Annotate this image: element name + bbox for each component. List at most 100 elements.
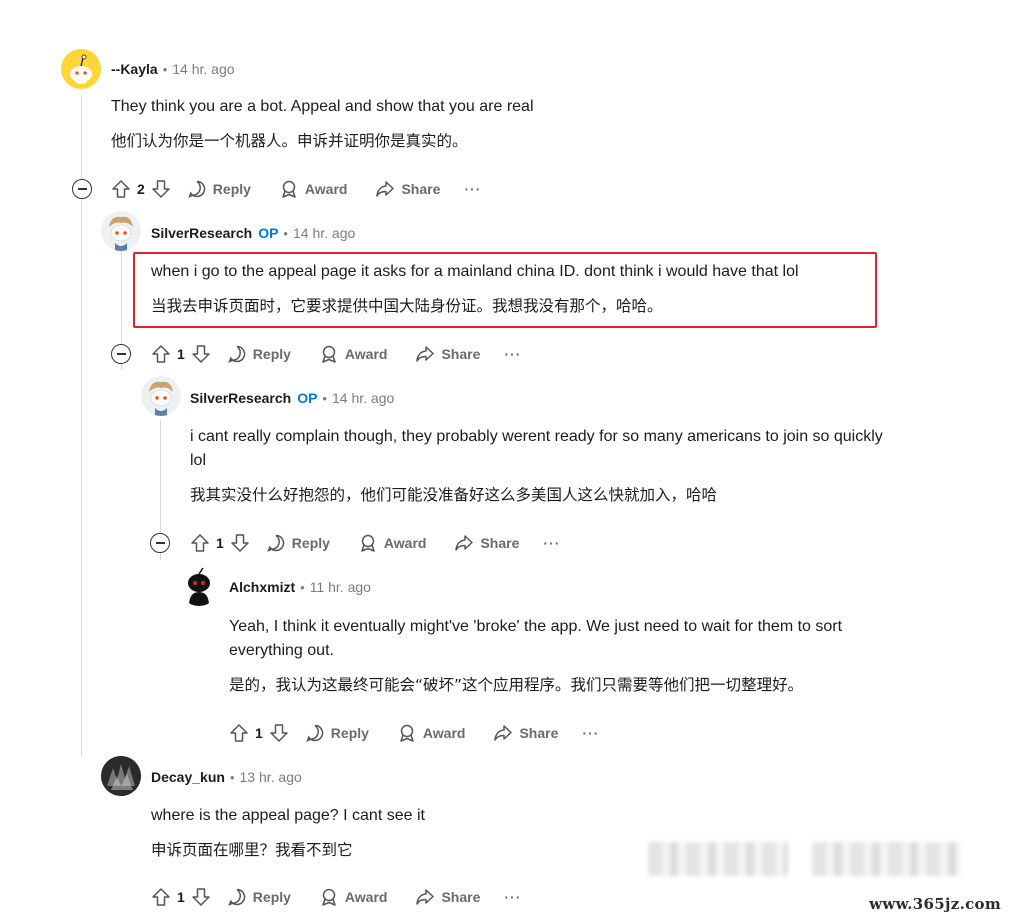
award-button[interactable]: Award	[397, 723, 465, 743]
reply-button[interactable]: Reply	[305, 723, 369, 743]
comment-text-en-continued: lol	[190, 452, 207, 469]
reply-bubble-icon	[227, 888, 246, 906]
username[interactable]: SilverResearch	[151, 225, 252, 241]
reply-button[interactable]: Reply	[266, 533, 330, 553]
comment-text-en: when i go to the appeal page it asks for…	[151, 263, 799, 280]
avatar[interactable]	[101, 756, 141, 796]
downvote-button[interactable]	[191, 887, 211, 907]
award-icon	[282, 180, 296, 198]
share-button[interactable]: Share	[375, 179, 440, 199]
username[interactable]: --Kayla	[111, 61, 158, 77]
snoo-avatar-icon	[141, 376, 181, 416]
snoo-avatar-icon	[101, 211, 141, 251]
action-bar: 1 Reply Award Share ···	[151, 883, 521, 911]
award-icon	[322, 888, 336, 906]
share-icon	[376, 181, 395, 197]
upvote-icon	[152, 888, 170, 906]
username[interactable]: Decay_kun	[151, 769, 225, 785]
action-bar: 2 Reply Award Share ···	[111, 175, 481, 203]
reply-bubble-icon	[227, 345, 246, 363]
more-icon: ···	[582, 725, 600, 741]
comment-text-zh: 当我去申诉页面时，它要求提供中国大陆身份证。我想我没有那个，哈哈。	[151, 297, 663, 315]
timestamp[interactable]: 13 hr. ago	[240, 769, 302, 785]
reply-button[interactable]: Reply	[227, 344, 291, 364]
downvote-button[interactable]	[269, 723, 289, 743]
timestamp[interactable]: 11 hr. ago	[310, 579, 371, 595]
share-icon	[494, 725, 513, 741]
upvote-button[interactable]	[151, 344, 171, 364]
collapse-icon[interactable]	[150, 533, 170, 553]
downvote-icon	[192, 888, 210, 906]
reply-button[interactable]: Reply	[187, 179, 251, 199]
comment-header: SilverResearch OP • 14 hr. ago	[190, 384, 394, 412]
blurred-watermark	[812, 842, 962, 876]
share-button[interactable]: Share	[415, 344, 480, 364]
vote-count: 1	[177, 889, 185, 905]
downvote-button[interactable]	[191, 344, 211, 364]
more-options-button[interactable]: ···	[504, 889, 521, 905]
collapse-icon[interactable]	[111, 344, 131, 364]
comment-text-en: Yeah, I think it eventually might've 'br…	[229, 618, 843, 635]
separator-dot: •	[300, 579, 305, 595]
avatar[interactable]	[179, 566, 219, 606]
vote-count: 1	[177, 346, 185, 362]
award-button[interactable]: Award	[319, 887, 387, 907]
award-button[interactable]: Award	[279, 179, 347, 199]
more-options-button[interactable]: ···	[464, 181, 481, 197]
comment-text-en: i cant really complain though, they prob…	[190, 428, 883, 445]
action-bar: 1 Reply Award Share ···	[229, 719, 599, 747]
award-icon	[361, 534, 375, 552]
share-button[interactable]: Share	[493, 723, 558, 743]
avatar[interactable]	[101, 211, 141, 251]
username[interactable]: SilverResearch	[190, 390, 291, 406]
vote-count: 2	[137, 181, 145, 197]
separator-dot: •	[283, 225, 288, 241]
avatar[interactable]	[141, 376, 181, 416]
comment-text-zh: 他们认为你是一个机器人。申诉并证明你是真实的。	[111, 132, 468, 150]
vote-count: 1	[255, 725, 263, 741]
separator-dot: •	[229, 769, 235, 785]
comment-text-en-continued: everything out.	[229, 642, 334, 659]
upvote-button[interactable]	[229, 723, 249, 743]
vote-count: 1	[216, 535, 224, 551]
timestamp[interactable]: 14 hr. ago	[332, 390, 394, 406]
downvote-icon	[192, 345, 210, 363]
snoo-avatar-icon	[179, 566, 219, 606]
downvote-icon	[270, 724, 288, 742]
action-bar: 1 Reply Award Share ···	[151, 340, 521, 368]
comment-text-zh: 申诉页面在哪里？我看不到它	[151, 841, 353, 859]
more-options-button[interactable]: ···	[582, 725, 599, 741]
blurred-watermark	[648, 842, 788, 876]
reply-button[interactable]: Reply	[227, 887, 291, 907]
downvote-button[interactable]	[230, 533, 250, 553]
comment-text-zh: 是的，我认为这最终可能会“破坏”这个应用程序。我们只需要等他们把一切整理好。	[229, 676, 804, 694]
username[interactable]: Alchxmizt	[229, 579, 295, 595]
share-icon	[416, 889, 435, 905]
more-icon: ···	[504, 346, 522, 362]
downvote-button[interactable]	[151, 179, 171, 199]
comment-text-en: They think you are a bot. Appeal and sho…	[111, 98, 534, 115]
upvote-icon	[191, 534, 209, 552]
reply-bubble-icon	[305, 724, 324, 742]
downvote-icon	[231, 534, 249, 552]
separator-dot: •	[322, 390, 327, 406]
award-icon	[400, 724, 414, 742]
avatar[interactable]	[61, 49, 101, 89]
award-button[interactable]: Award	[319, 344, 387, 364]
share-icon	[416, 346, 435, 362]
collapse-icon[interactable]	[72, 179, 92, 199]
upvote-button[interactable]	[190, 533, 210, 553]
separator-dot: •	[162, 61, 168, 77]
share-button[interactable]: Share	[454, 533, 519, 553]
timestamp[interactable]: 14 hr. ago	[172, 61, 234, 77]
more-icon: ···	[504, 889, 522, 905]
timestamp[interactable]: 14 hr. ago	[293, 225, 355, 241]
more-options-button[interactable]: ···	[504, 346, 521, 362]
comment-text-zh: 我其实没什么好抱怨的，他们可能没准备好这么多美国人这么快就加入，哈哈	[190, 486, 718, 504]
award-icon	[322, 345, 336, 363]
more-options-button[interactable]: ···	[543, 535, 560, 551]
award-button[interactable]: Award	[358, 533, 426, 553]
upvote-button[interactable]	[151, 887, 171, 907]
share-button[interactable]: Share	[415, 887, 480, 907]
upvote-button[interactable]	[111, 179, 131, 199]
